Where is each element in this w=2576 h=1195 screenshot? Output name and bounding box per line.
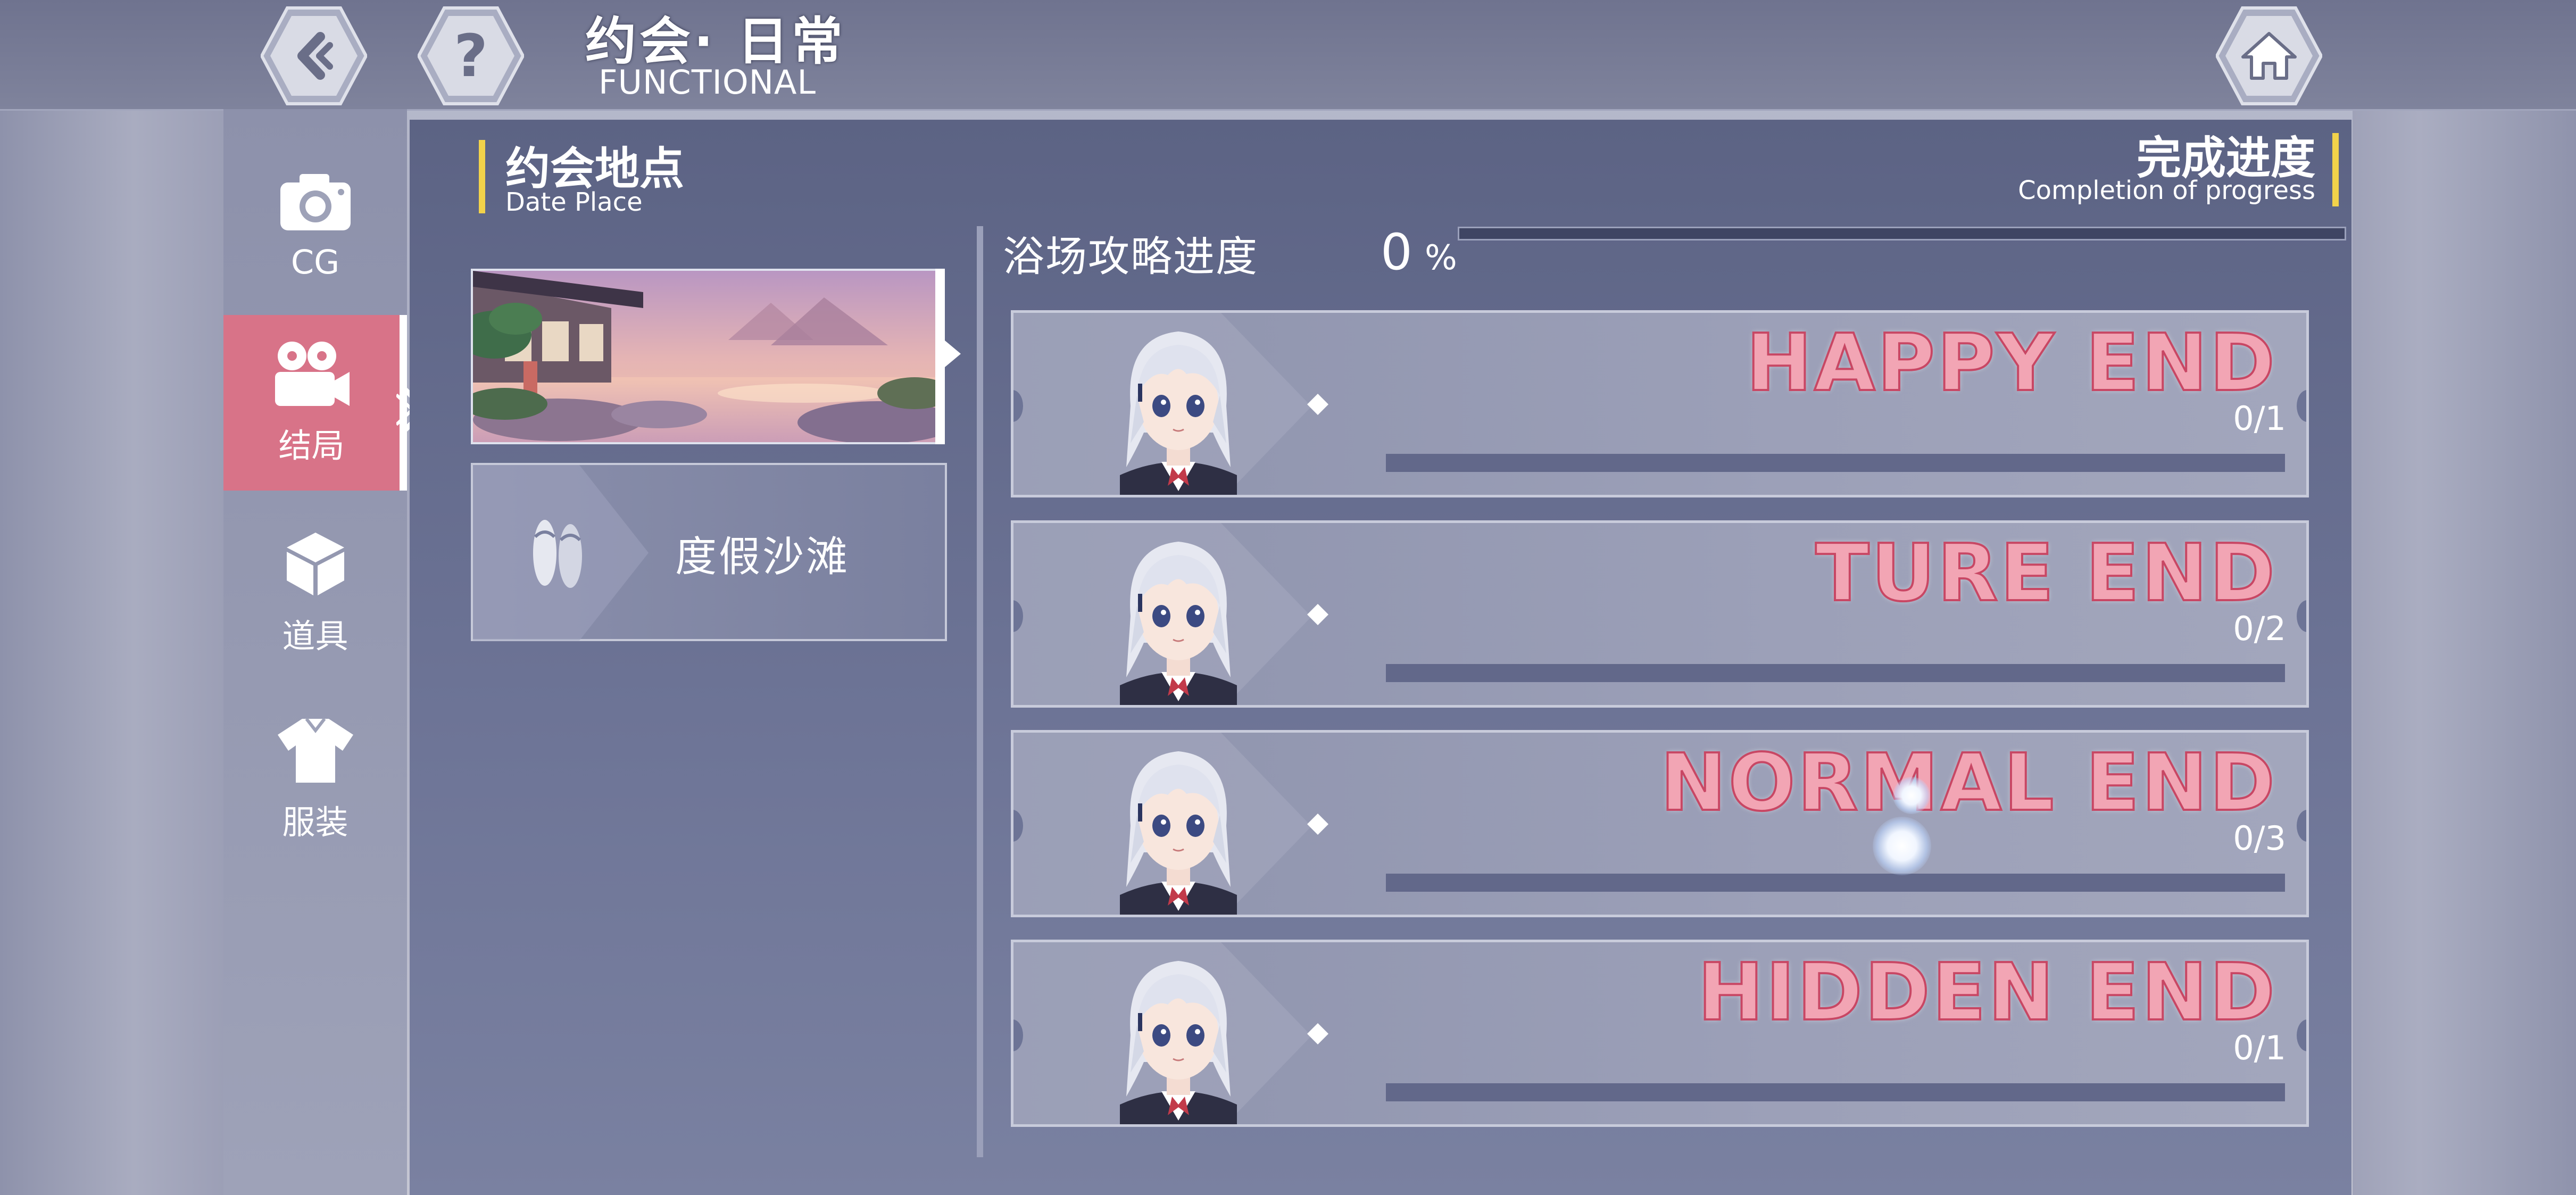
ending-count: 0/2 [2233,609,2286,648]
ending-card[interactable]: NORMAL END 0/3 [1011,730,2309,917]
character-portrait-frame [1099,316,1258,495]
sandals-icon [533,520,582,588]
progress-subtitle: Completion of progress [2018,176,2315,205]
sidebar-item-label: 道具 [282,617,348,655]
video-camera-icon [275,342,350,406]
cube-icon [286,533,344,595]
back-arrow-icon [297,32,333,80]
sidebar-item-cg[interactable]: CG [223,138,407,314]
background-left [0,0,223,1195]
sidebar-item-ending[interactable]: 结局 [223,315,407,491]
ticket-notch-right [2297,810,2306,842]
character-portrait [1120,751,1237,915]
sidebar-item-items[interactable]: 道具 [223,505,407,681]
column-divider [977,226,983,1157]
page-subtitle: FUNCTIONAL [599,63,817,102]
sidebar-item-costume[interactable]: 服装 [223,692,407,867]
ending-label: TURE END [1814,526,2277,620]
place-progress-value: 0 [1381,223,1412,281]
place-progress-label: 浴场攻略进度 [1003,233,1259,281]
diamond-icon [1307,604,1328,625]
diamond-icon [1307,814,1328,835]
progress-marker [2332,133,2339,206]
character-portrait-frame [1099,526,1258,705]
ending-progress-bar [1386,1083,2285,1101]
selected-arrow-icon [945,341,961,367]
bath-scene-image [473,271,940,442]
top-bar [0,0,2576,111]
ending-card[interactable]: TURE END 0/2 [1011,520,2309,708]
place-progress-unit: % [1425,238,1457,278]
background-right [2353,0,2576,1195]
ending-progress-bar [1386,874,2285,892]
back-button[interactable] [261,5,367,106]
place-item-bath[interactable] [471,269,942,444]
sparkle-effect [1893,777,1930,814]
ending-label: HAPPY END [1745,316,2277,410]
character-portrait-frame [1099,735,1258,915]
sidebar-item-label: CG [290,243,340,281]
section-marker [479,140,485,213]
section-subtitle: Date Place [505,187,643,217]
selected-indicator [935,269,945,444]
ending-card[interactable]: HAPPY END 0/1 [1011,310,2309,497]
character-portrait [1120,542,1237,705]
ending-count: 0/3 [2233,819,2286,858]
sparkle-effect [1873,817,1931,875]
ticket-notch-right [2297,390,2306,422]
character-portrait [1120,331,1237,495]
place-label: 度假沙滩 [675,533,850,581]
ending-card[interactable]: HIDDEN END 0/1 [1011,940,2309,1127]
place-progress-bar [1458,227,2346,240]
diamond-icon [1307,1023,1328,1044]
home-button[interactable] [2216,5,2322,106]
character-portrait [1120,961,1237,1124]
question-mark-icon: ? [454,22,488,90]
camera-icon [280,174,351,230]
ending-count: 0/1 [2233,399,2286,438]
ticket-notch-right [2297,600,2306,632]
sidebar-item-label: 服装 [282,803,348,842]
diamond-icon [1307,394,1328,415]
ending-progress-bar [1386,664,2285,682]
ending-progress-bar [1386,454,2285,472]
home-icon [2241,32,2297,80]
character-portrait-frame [1099,945,1258,1124]
ending-count: 0/1 [2233,1028,2286,1067]
shirt-icon [277,718,353,783]
ending-label: NORMAL END [1659,736,2277,829]
ending-label: HIDDEN END [1697,945,2277,1039]
place-item-beach[interactable]: 度假沙滩 [471,463,947,641]
help-button[interactable]: ? [418,5,524,106]
sidebar-item-label: 结局 [278,426,345,465]
ticket-notch-right [2297,1019,2306,1051]
